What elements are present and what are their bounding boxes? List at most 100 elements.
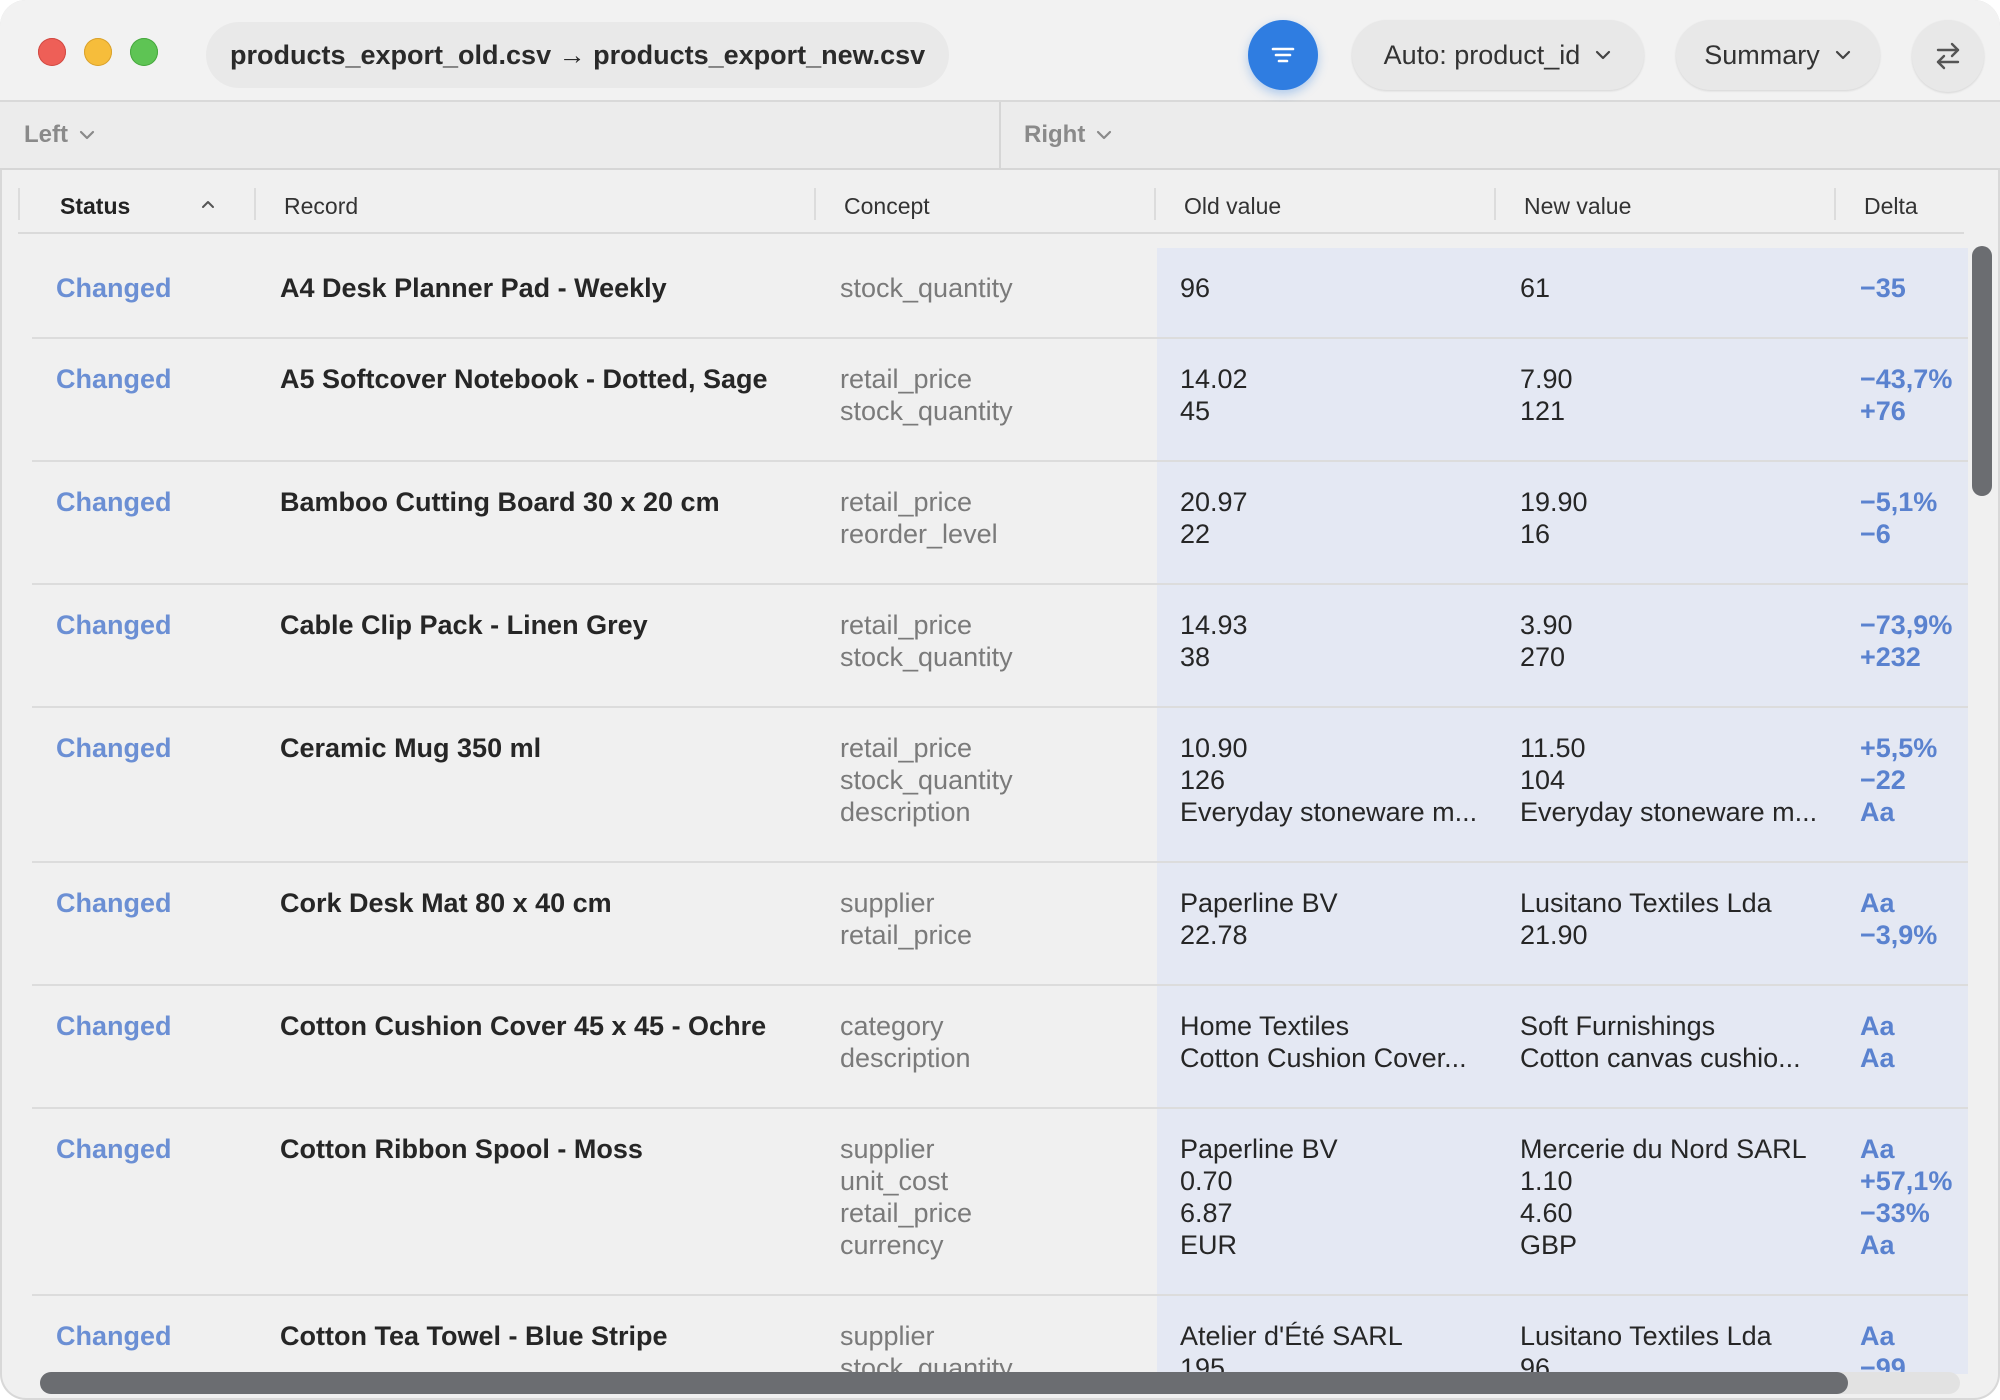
delta-cell-line: +57,1% [1860,1166,1953,1196]
table-row[interactable]: Changed Ceramic Mug 350 ml retail_price sto… [0,708,1968,863]
delta-cell-line: Aa [1860,1011,1895,1041]
table-row[interactable]: Changed Cotton Ribbon Spool - Moss supplie… [0,1109,1968,1296]
sides-bar: Left Right [0,102,2000,170]
record-cell: Cork Desk Mat 80 x 40 cm [280,888,612,918]
filter-button[interactable] [1248,20,1318,90]
right-side-selector[interactable]: Right [1024,102,1113,168]
status-cell: Changed [56,888,172,918]
key-selector-label: Auto: product_id [1383,39,1581,70]
new-value-cell: 11.50 104 Everyday stoneware m... [1520,732,1817,828]
column-header-new-value[interactable]: New value [1524,184,1631,228]
old-value-cell-line: 22 [1180,519,1211,549]
new-value-cell-line: 7.90 [1520,364,1573,394]
column-header-delta[interactable]: Delta [1864,184,1918,228]
left-side-selector[interactable]: Left [24,102,96,168]
status-cell: Changed [56,364,172,394]
view-mode-label: Summary [1704,39,1820,70]
column-header-new-value-label: New value [1524,192,1632,219]
new-value-cell-line: Cotton canvas cushio... [1520,1043,1801,1073]
table-row[interactable]: Changed Cable Clip Pack - Linen Grey retai… [0,585,1968,708]
delta-cell: Aa −3,9% [1860,887,1937,951]
table-row[interactable]: Changed Cotton Tea Towel - Blue Stripe sup… [0,1296,1968,1374]
delta-cell-line: −5,1% [1860,487,1938,517]
close-window-button[interactable] [38,38,66,66]
status-cell: Changed [56,1321,172,1351]
delta-cell-line: Aa [1860,1043,1895,1073]
table-row[interactable]: Changed A5 Softcover Notebook - Dotted, S… [0,339,1968,462]
delta-cell: −73,9% +232 [1860,609,1952,673]
delta-cell-line: +76 [1860,396,1906,426]
delta-cell-line: −35 [1860,273,1906,303]
column-header-record-label: Record [284,192,359,219]
old-value-cell-line: 126 [1180,765,1226,795]
column-header-old-value-label: Old value [1184,192,1282,219]
horizontal-scrollbar-thumb[interactable] [40,1372,1848,1394]
old-value-cell: 14.02 45 [1180,363,1248,427]
record-cell: Ceramic Mug 350 ml [280,733,542,763]
column-separator [1154,188,1156,220]
record-cell: Cable Clip Pack - Linen Grey [280,610,648,640]
table-row[interactable]: Changed Cork Desk Mat 80 x 40 cm supplier r… [0,863,1968,986]
table-row[interactable]: Changed A4 Desk Planner Pad - Weekly stock… [0,248,1968,339]
old-value-cell-line: 38 [1180,642,1211,672]
new-value-cell: Soft Furnishings Cotton canvas cushio... [1520,1010,1801,1074]
app-window: products_export_old.csv → products_expor… [0,0,2000,1400]
old-value-cell-line: Paperline BV [1180,888,1338,918]
new-value-cell: 3.90 270 [1520,609,1573,673]
column-separator [1494,188,1496,220]
column-separator [254,188,256,220]
column-separator [814,188,816,220]
new-value-cell: 19.90 16 [1520,486,1588,550]
old-value-cell: Paperline BV 22.78 [1180,887,1338,951]
delta-cell: +5,5% −22 Aa [1860,732,1937,828]
view-mode-selector[interactable]: Summary [1676,20,1880,90]
old-value-cell: Atelier d'Été SARL 195 [1180,1320,1403,1374]
delta-cell-line: −33% [1860,1198,1930,1228]
concept-cell-line: stock_quantity [840,1353,1013,1374]
sort-ascending-icon[interactable] [200,198,216,210]
column-header-status[interactable]: Status [60,184,130,228]
new-value-cell: 7.90 121 [1520,363,1573,427]
column-header-old-value[interactable]: Old value [1184,184,1281,228]
record-cell: Cotton Cushion Cover 45 x 45 - Ochre [280,1011,767,1041]
new-value-cell: 61 [1520,272,1550,304]
swap-sides-button[interactable] [1912,20,1984,92]
new-value-cell-line: Lusitano Textiles Lda [1520,888,1772,918]
record-cell: Cotton Tea Towel - Blue Stripe [280,1321,668,1351]
vertical-scrollbar-thumb[interactable] [1972,246,1992,496]
new-value-cell-line: GBP [1520,1230,1578,1260]
chevron-down-icon [1097,130,1112,140]
table-row[interactable]: Changed Cotton Cushion Cover 45 x 45 - Oc… [0,986,1968,1109]
zoom-window-button[interactable] [130,38,158,66]
record-cell: A4 Desk Planner Pad - Weekly [280,273,667,303]
key-selector[interactable]: Auto: product_id [1352,20,1644,90]
concept-cell-line: retail_price [840,1198,973,1228]
new-value-cell: Lusitano Textiles Lda 96 [1520,1320,1772,1374]
concept-cell-line: description [840,1043,971,1073]
old-value-cell-line: 0.70 [1180,1166,1233,1196]
table-row[interactable]: Changed Bamboo Cutting Board 30 x 20 cm re… [0,462,1968,585]
concept-cell-line: stock_quantity [840,765,1013,795]
column-header-concept-label: Concept [844,192,930,219]
old-value-cell-line: Paperline BV [1180,1134,1338,1164]
delta-cell: −35 [1860,272,1906,304]
old-value-cell-line: 14.93 [1180,610,1248,640]
swap-arrows-icon [1936,42,1960,70]
old-value-cell-line: 22.78 [1180,920,1248,950]
concept-cell: supplier retail_price [840,887,972,951]
table-header: Status Record Concept Old value New valu… [18,184,1964,234]
column-header-concept[interactable]: Concept [844,184,930,228]
old-value-cell-line: Atelier d'Été SARL [1180,1321,1403,1351]
new-value-cell-line: 270 [1520,642,1566,672]
old-value-cell: 10.90 126 Everyday stoneware m... [1180,732,1477,828]
minimize-window-button[interactable] [84,38,112,66]
concept-cell: retail_price stock_quantity [840,609,1013,673]
concept-cell-line: currency [840,1230,944,1260]
concept-cell: stock_quantity [840,272,1013,304]
concept-cell-line: retail_price [840,920,973,950]
new-value-cell-line: Soft Furnishings [1520,1011,1716,1041]
concept-cell-line: retail_price [840,487,973,517]
new-value-cell-line: 16 [1520,519,1551,549]
old-value-cell: Home Textiles Cotton Cushion Cover... [1180,1010,1467,1074]
column-header-record[interactable]: Record [284,184,358,228]
